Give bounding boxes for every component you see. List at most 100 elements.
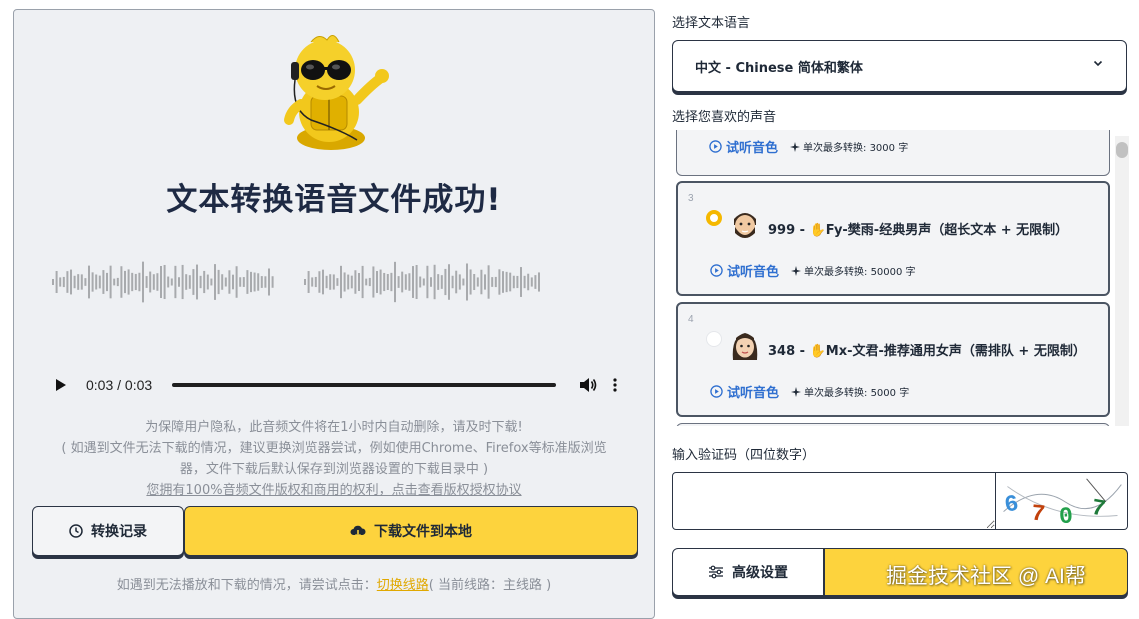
success-title: 文本转换语音文件成功! xyxy=(166,182,502,218)
waveform-bar xyxy=(376,271,378,293)
waveform-bar xyxy=(167,276,170,288)
waveform-bar xyxy=(156,273,159,291)
captcha-digit: 0 xyxy=(1058,503,1074,530)
voice-label: 选择您喜欢的声音 xyxy=(672,110,777,125)
waveform-bar xyxy=(160,266,162,298)
voice-limit: 单次最多转换: 5000 字 xyxy=(791,384,909,399)
waveform-bar xyxy=(228,270,231,294)
waveform-bar xyxy=(358,273,360,291)
sliders-icon xyxy=(708,565,724,579)
voice-limit-text: 单次最多转换: 50000 字 xyxy=(804,267,916,278)
voice-limit: 单次最多转换: 3000 字 xyxy=(790,139,908,154)
waveform-bar xyxy=(80,274,83,290)
waveform-bar xyxy=(55,271,58,293)
download-file-button[interactable]: 下载文件到本地 xyxy=(184,506,638,556)
voice-list[interactable]: 试听音色 单次最多转换: 3000 字 3 999 - ✋Fy-樊雨-经典男声（… xyxy=(672,130,1130,426)
waveform-bar xyxy=(383,272,386,292)
waveform-bar xyxy=(397,276,400,288)
captcha-input[interactable] xyxy=(672,472,996,530)
waveform-bar xyxy=(415,265,418,299)
waveform-bar xyxy=(246,270,249,294)
voice-card[interactable]: 试听音色 单次最多转换: 3000 字 xyxy=(676,130,1110,176)
waveform-bar xyxy=(268,268,270,296)
waveform-bar xyxy=(178,277,180,287)
cloud-download-icon xyxy=(350,524,366,538)
waveform-bar xyxy=(84,278,87,286)
waveform-bar xyxy=(502,271,504,293)
voice-radio[interactable] xyxy=(706,210,722,226)
waveform-bar xyxy=(199,275,202,289)
play-button[interactable] xyxy=(50,374,72,396)
waveform-bar xyxy=(224,277,227,287)
voice-listen-row: 试听音色 单次最多转换: 50000 字 xyxy=(710,261,916,280)
waveform-bar xyxy=(242,277,245,287)
waveform-bar xyxy=(440,275,443,289)
listen-voice-link[interactable]: 试听音色 xyxy=(727,261,779,280)
waveform-bar xyxy=(304,279,306,285)
waveform-bar xyxy=(257,273,260,291)
captcha-image[interactable]: 6707 xyxy=(996,472,1128,530)
waveform-bar xyxy=(232,274,234,290)
volume-button[interactable] xyxy=(578,375,598,395)
waveform-bar xyxy=(530,277,533,287)
waveform-bar xyxy=(480,269,483,295)
waveform-bar xyxy=(527,273,530,291)
waveform-bar xyxy=(59,277,62,287)
waveform-bar xyxy=(120,266,123,298)
waveform-bar xyxy=(134,273,137,291)
chevron-down-icon xyxy=(1093,60,1103,67)
voice-radio[interactable] xyxy=(706,331,722,347)
more-vertical-icon xyxy=(613,378,617,392)
volume-icon xyxy=(580,378,597,392)
waveform-bar xyxy=(491,277,494,287)
result-panel: 文本转换语音文件成功! 0:03 / 0:03 为保障用户隐私，此音频文件将在1… xyxy=(13,9,655,619)
voice-card[interactable] xyxy=(676,423,1110,426)
waveform-bar xyxy=(473,273,476,291)
clock-icon xyxy=(69,524,83,538)
waveform-bar xyxy=(354,270,357,294)
waveform-bar xyxy=(487,265,490,299)
waveform-bar xyxy=(113,278,116,286)
sparkle-icon xyxy=(790,141,801,152)
waveform-bar xyxy=(408,273,411,291)
waveform-bar xyxy=(52,279,54,285)
waveform-bar xyxy=(260,276,263,288)
voice-card[interactable]: 3 999 - ✋Fy-樊雨-经典男声（超长文本 + 无限制） 试听音色 单次最… xyxy=(676,181,1110,296)
more-options-button[interactable] xyxy=(608,375,622,395)
waveform-bar xyxy=(138,272,141,292)
waveform-bar xyxy=(307,271,310,293)
waveform-bar xyxy=(343,272,346,292)
waveform-bar xyxy=(318,271,321,293)
playback-progress-bar[interactable] xyxy=(172,383,556,387)
waveform-bar xyxy=(322,269,324,295)
waveform-bar xyxy=(217,269,220,295)
listen-voice-link[interactable]: 试听音色 xyxy=(726,137,778,156)
language-select[interactable]: 中文 - Chinese 简体和繁体 xyxy=(672,40,1127,92)
waveform-bar xyxy=(419,276,422,288)
listen-voice-link[interactable]: 试听音色 xyxy=(727,382,779,401)
voice-limit: 单次最多转换: 50000 字 xyxy=(791,263,916,278)
waveform-bar xyxy=(379,269,382,295)
waveform-bar xyxy=(430,277,432,287)
conversion-history-button[interactable]: 转换记录 xyxy=(32,506,184,556)
waveform-bar xyxy=(448,264,450,300)
waveform-bar xyxy=(192,269,195,295)
switch-route-link[interactable]: 切换线路 xyxy=(377,578,429,593)
waveform-bar xyxy=(109,265,112,299)
waveform-bar xyxy=(102,270,105,294)
voice-list-scrollbar[interactable] xyxy=(1115,136,1129,426)
waveform-bar xyxy=(476,277,479,287)
waveform-bar xyxy=(196,264,198,300)
voice-list-scrollbar-thumb[interactable] xyxy=(1116,142,1128,158)
voice-card[interactable]: 4 348 - ✋Mx-文君-推荐通用女声（需排队 + 无限制） 试听音色 单次… xyxy=(676,302,1110,417)
waveform-bar xyxy=(188,275,191,289)
waveform-bar xyxy=(210,278,213,286)
play-circle-icon xyxy=(710,264,723,277)
waveform-bar xyxy=(350,275,353,289)
waveform-bar xyxy=(523,275,526,289)
advanced-settings-button[interactable]: 高级设置 xyxy=(672,548,824,596)
waveform-bar xyxy=(361,265,364,299)
copyright-agreement-link[interactable]: 您拥有100%音频文件版权和商用的权利，点击查看版权授权协议 xyxy=(34,480,634,501)
waveform-bar xyxy=(325,275,328,289)
waveform-bar xyxy=(401,271,404,293)
